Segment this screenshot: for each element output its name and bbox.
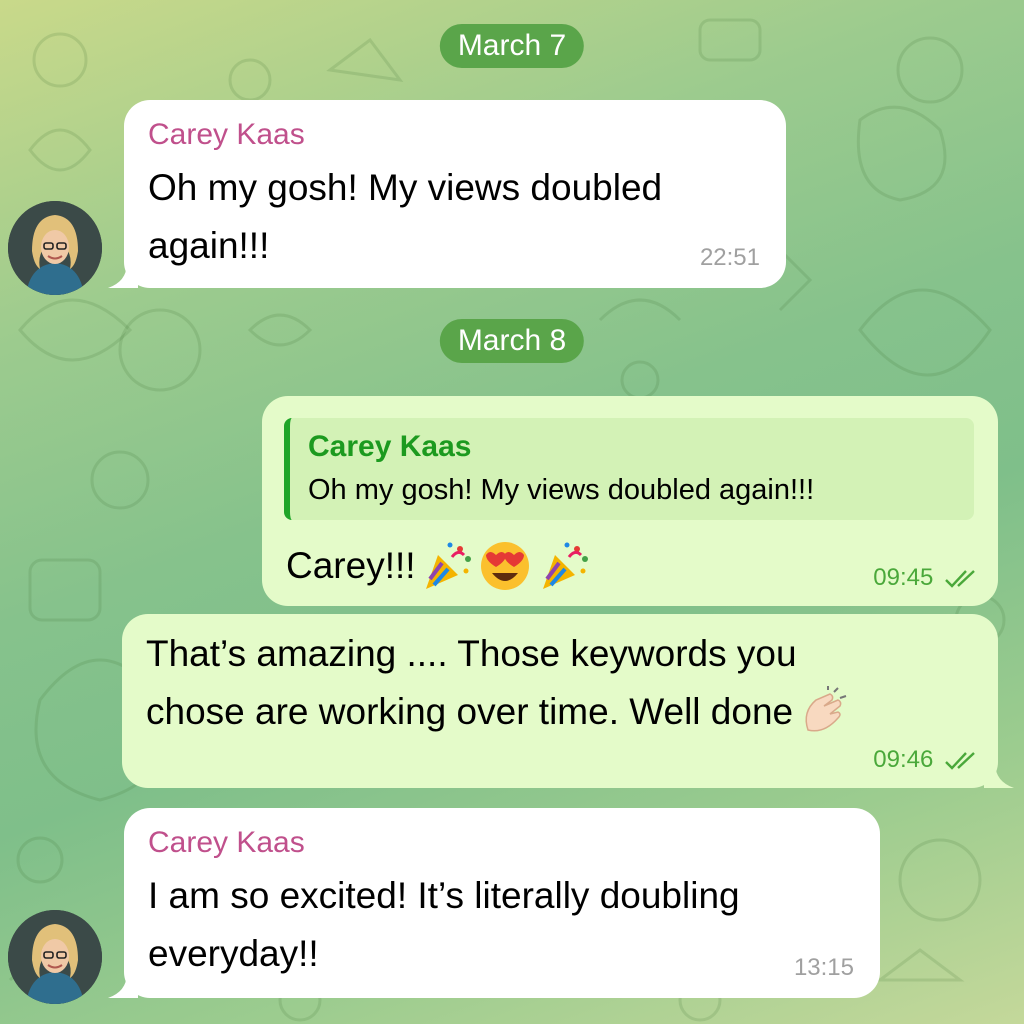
message-text-line: chose are working over time. Well done [146, 691, 794, 732]
message-text: Carey!!! [286, 545, 416, 586]
bubble-tail [108, 258, 138, 288]
sender-name: Carey Kaas [148, 118, 305, 151]
double-check-icon [945, 751, 975, 770]
message-time: 09:45 [873, 564, 978, 592]
message-time: 09:46 [873, 746, 978, 774]
message-text-line: I am so excited! It’s literally doubling [148, 875, 740, 916]
reply-sender-name: Carey Kaas [308, 430, 472, 463]
double-check-icon [945, 569, 975, 588]
date-separator: March 7 [439, 24, 585, 68]
outgoing-message[interactable]: Carey Kaas Oh my gosh! My views doubled … [262, 396, 998, 606]
date-separator: March 8 [439, 319, 585, 363]
party-popper-icon [426, 542, 471, 589]
outgoing-message[interactable]: That’s amazing .... Those keywords you c… [122, 614, 998, 788]
sender-name: Carey Kaas [148, 826, 305, 859]
avatar[interactable] [8, 201, 102, 295]
reply-text: Oh my gosh! My views doubled again!!! [308, 474, 815, 506]
message-text-line: everyday!! [148, 933, 319, 974]
reply-quote[interactable]: Carey Kaas Oh my gosh! My views doubled … [284, 418, 974, 520]
message-text-line: Oh my gosh! My views doubled [148, 167, 663, 208]
message-time: 22:51 [699, 244, 760, 271]
message-time-text: 09:45 [873, 564, 934, 591]
incoming-message[interactable]: Carey Kaas Oh my gosh! My views doubled … [124, 100, 786, 288]
message-text-line: again!!! [148, 225, 270, 266]
message-time: 13:15 [793, 954, 854, 981]
party-popper-icon [542, 542, 588, 589]
heart-eyes-emoji-icon [481, 542, 530, 590]
bubble-tail [984, 758, 1014, 788]
message-time-text: 09:46 [873, 746, 934, 773]
message-text-line: That’s amazing .... Those keywords you [146, 633, 797, 674]
bubble-tail [108, 968, 138, 998]
incoming-message[interactable]: Carey Kaas I am so excited! It’s literal… [124, 808, 880, 998]
avatar[interactable] [8, 910, 102, 1004]
clapping-hands-icon [805, 686, 846, 732]
